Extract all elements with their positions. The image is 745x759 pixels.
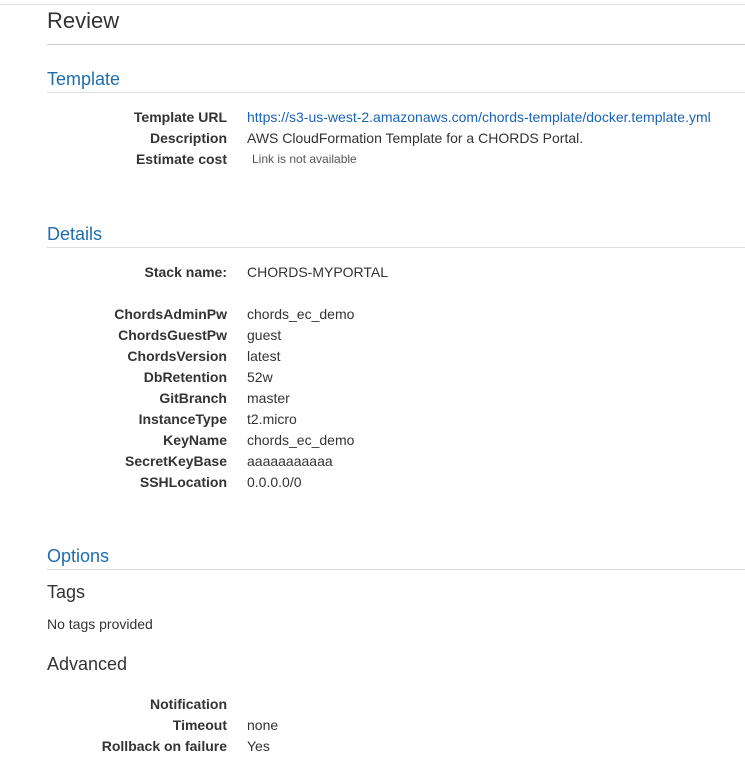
section-title-details: Details bbox=[47, 224, 103, 244]
param-label: ChordsVersion bbox=[127, 348, 227, 364]
param-row-secret-key-base: SecretKeyBase aaaaaaaaaaa bbox=[0, 451, 745, 472]
param-label: SSHLocation bbox=[139, 474, 227, 490]
param-value: 52w bbox=[247, 369, 273, 385]
param-label: SecretKeyBase bbox=[125, 453, 227, 469]
param-row-chords-version: ChordsVersion latest bbox=[0, 346, 745, 367]
param-value: chords_ec_demo bbox=[247, 432, 355, 448]
rollback-row: Rollback on failure Yes bbox=[0, 736, 745, 757]
section-divider-options bbox=[47, 569, 745, 570]
estimate-cost-label: Estimate cost bbox=[135, 151, 227, 167]
param-row-git-branch: GitBranch master bbox=[0, 388, 745, 409]
notification-row: Notification bbox=[0, 694, 745, 715]
timeout-row: Timeout none bbox=[0, 715, 745, 736]
template-url-row: Template URL https://s3-us-west-2.amazon… bbox=[0, 107, 745, 128]
estimate-cost-value: Link is not available bbox=[252, 152, 357, 166]
page-title: Review bbox=[47, 8, 120, 33]
description-value: AWS CloudFormation Template for a CHORDS… bbox=[247, 130, 584, 146]
section-divider-details bbox=[47, 247, 745, 248]
notification-label: Notification bbox=[150, 696, 227, 712]
param-value: aaaaaaaaaaa bbox=[247, 453, 333, 469]
param-row-db-retention: DbRetention 52w bbox=[0, 367, 745, 388]
param-label: ChordsAdminPw bbox=[114, 306, 227, 322]
template-url-link[interactable]: https://s3-us-west-2.amazonaws.com/chord… bbox=[247, 107, 711, 128]
stack-name-row: Stack name: CHORDS-MYPORTAL bbox=[0, 262, 745, 283]
param-value: guest bbox=[247, 327, 282, 343]
page-title-divider bbox=[47, 44, 745, 45]
param-row-key-name: KeyName chords_ec_demo bbox=[0, 430, 745, 451]
param-value: 0.0.0.0/0 bbox=[247, 474, 302, 490]
param-label: KeyName bbox=[163, 432, 227, 448]
param-label: DbRetention bbox=[143, 369, 227, 385]
section-divider-template bbox=[47, 92, 745, 93]
param-label: GitBranch bbox=[159, 390, 227, 406]
param-value: chords_ec_demo bbox=[247, 306, 355, 322]
rollback-label: Rollback on failure bbox=[101, 738, 227, 754]
param-value: master bbox=[247, 390, 290, 406]
param-value: t2.micro bbox=[247, 411, 297, 427]
description-label: Description bbox=[149, 130, 227, 146]
tags-empty-text: No tags provided bbox=[47, 616, 153, 632]
param-row-instance-type: InstanceType t2.micro bbox=[0, 409, 745, 430]
param-label: InstanceType bbox=[138, 411, 227, 427]
param-value: latest bbox=[247, 348, 281, 364]
rollback-value: Yes bbox=[247, 738, 270, 754]
top-divider bbox=[0, 4, 745, 5]
param-row-chords-admin-pw: ChordsAdminPw chords_ec_demo bbox=[0, 304, 745, 325]
param-row-chords-guest-pw: ChordsGuestPw guest bbox=[0, 325, 745, 346]
section-title-options: Options bbox=[47, 546, 110, 566]
template-url-label: Template URL bbox=[133, 109, 227, 125]
param-row-ssh-location: SSHLocation 0.0.0.0/0 bbox=[0, 472, 745, 493]
advanced-heading: Advanced bbox=[47, 654, 128, 674]
timeout-label: Timeout bbox=[172, 717, 227, 733]
stack-name-label: Stack name: bbox=[144, 264, 227, 280]
stack-name-value: CHORDS-MYPORTAL bbox=[247, 264, 389, 280]
param-label: ChordsGuestPw bbox=[118, 327, 227, 343]
estimate-cost-row: Estimate cost Link is not available bbox=[0, 149, 745, 170]
description-row: Description AWS CloudFormation Template … bbox=[0, 128, 745, 149]
section-title-template: Template bbox=[47, 69, 121, 89]
timeout-value: none bbox=[247, 717, 279, 733]
tags-heading: Tags bbox=[47, 582, 86, 602]
